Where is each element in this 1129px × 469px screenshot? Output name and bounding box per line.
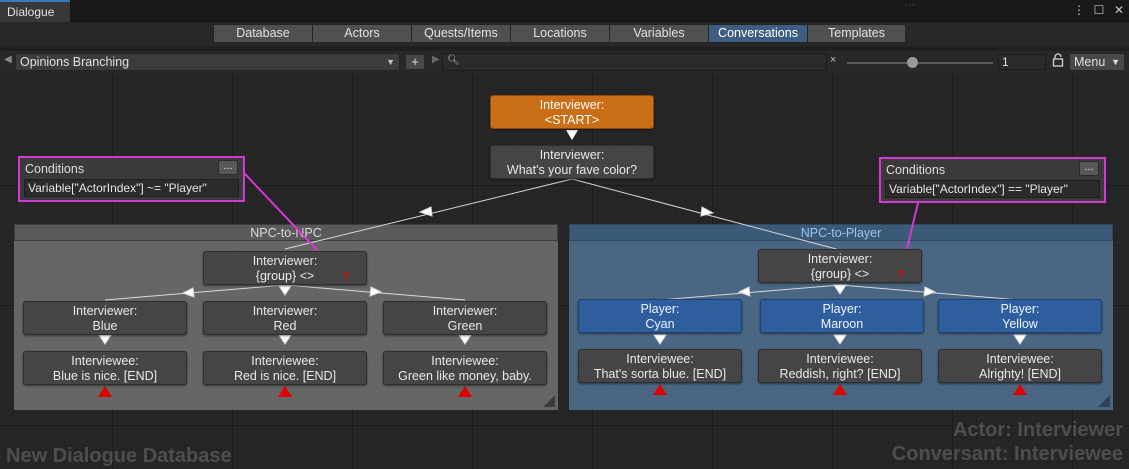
conditions-label: Conditions xyxy=(25,162,85,176)
conditions-field[interactable]: Variable["ActorIndex"] ~= "Player" xyxy=(24,179,239,197)
database-name-watermark: New Dialogue Database xyxy=(6,445,232,467)
conversant-watermark: Conversant: Interviewee xyxy=(891,443,1123,465)
conversation-dropdown[interactable]: Opinions Branching ▼ xyxy=(15,53,400,71)
end-node[interactable]: Interviewee: That's sorta blue. [END] xyxy=(578,349,742,383)
conversation-toolbar: ◀ Opinions Branching ▼ + ▶ 🔍︎ × 1 Menu ▼ xyxy=(0,51,1129,73)
tab-actors[interactable]: Actors xyxy=(312,24,411,43)
lock-icon[interactable] xyxy=(1052,53,1064,67)
search-input[interactable]: 🔍︎ xyxy=(442,53,827,71)
conditions-field[interactable]: Variable["ActorIndex"] == "Player" xyxy=(885,180,1100,198)
conditions-label: Conditions xyxy=(886,163,946,177)
zoom-field[interactable]: 1 xyxy=(998,54,1046,70)
menu-button[interactable]: Menu ▼ xyxy=(1069,53,1125,71)
conditions-panel-right: Conditions ... Variable["ActorIndex"] ==… xyxy=(879,157,1106,203)
drag-handle-icon[interactable]: ⋯ xyxy=(905,0,916,11)
node-canvas[interactable]: NPC-to-NPC NPC-to-Player Interviewer: <S… xyxy=(0,73,1129,469)
chevron-left-icon[interactable]: ◀ xyxy=(4,54,12,65)
end-node[interactable]: Interviewee: Alrighty! [END] xyxy=(938,349,1102,383)
resize-handle-icon[interactable] xyxy=(543,395,555,407)
link-arrow xyxy=(700,206,715,217)
chevron-right-icon[interactable]: ▶ xyxy=(432,54,440,65)
maximize-icon[interactable]: ☐ xyxy=(1093,3,1105,17)
editor-tabs: Database Actors Quests/Items Locations V… xyxy=(0,22,1129,46)
dialogue-node[interactable]: Interviewer: Green xyxy=(383,301,547,335)
resize-handle-icon[interactable] xyxy=(1098,395,1110,407)
tab-quests-items[interactable]: Quests/Items xyxy=(411,24,510,43)
dialogue-node[interactable]: Interviewer: Blue xyxy=(23,301,187,335)
end-node[interactable]: Interviewee: Blue is nice. [END] xyxy=(23,351,187,385)
end-node[interactable]: Interviewee: Red is nice. [END] xyxy=(203,351,367,385)
close-icon[interactable]: ✕ xyxy=(1113,3,1125,17)
tab-conversations[interactable]: Conversations xyxy=(708,24,807,43)
conversation-dropdown-value: Opinions Branching xyxy=(20,55,130,69)
conditions-panel-left: Conditions ... Variable["ActorIndex"] ~=… xyxy=(18,156,245,202)
tab-templates[interactable]: Templates xyxy=(807,24,906,43)
more-icon[interactable]: ⋮ xyxy=(1073,3,1085,17)
clear-search-button[interactable]: × xyxy=(830,54,836,66)
chevron-down-icon: ▼ xyxy=(386,57,395,67)
conditions-edit-button[interactable]: ... xyxy=(218,160,238,175)
group-node-right[interactable]: Interviewer: {group} <> ? xyxy=(758,249,922,283)
end-node[interactable]: Interviewee: Reddish, right? [END] xyxy=(758,349,922,383)
player-node[interactable]: Player: Yellow xyxy=(938,299,1102,333)
question-node[interactable]: Interviewer: What's your fave color? xyxy=(490,145,654,179)
add-conversation-button[interactable]: + xyxy=(405,54,425,70)
group-node-left[interactable]: Interviewer: {group} <> ? xyxy=(203,251,367,285)
conditions-edit-button[interactable]: ... xyxy=(1079,161,1099,176)
zoom-slider-handle[interactable] xyxy=(907,57,919,68)
start-node[interactable]: Interviewer: <START> xyxy=(490,95,654,129)
condition-marker-icon: ? xyxy=(897,268,905,282)
tab-database[interactable]: Database xyxy=(213,24,312,43)
link-arrow xyxy=(418,206,433,217)
chevron-down-icon: ▼ xyxy=(1111,57,1120,67)
group-title[interactable]: NPC-to-Player xyxy=(569,224,1113,241)
player-node[interactable]: Player: Cyan xyxy=(578,299,742,333)
search-icon: 🔍︎ xyxy=(447,55,460,66)
player-node[interactable]: Player: Maroon xyxy=(760,299,924,333)
condition-marker-icon: ? xyxy=(342,270,350,284)
tab-variables[interactable]: Variables xyxy=(609,24,708,43)
window-tab[interactable]: Dialogue xyxy=(0,0,70,22)
tab-locations[interactable]: Locations xyxy=(510,24,609,43)
group-title[interactable]: NPC-to-NPC xyxy=(14,224,558,241)
end-node[interactable]: Interviewee: Green like money, baby. xyxy=(383,351,547,385)
zoom-slider[interactable] xyxy=(847,62,993,64)
title-bar: Dialogue ⋯ ⋮ ☐ ✕ xyxy=(0,0,1129,22)
actor-watermark: Actor: Interviewer xyxy=(952,419,1123,441)
dialogue-node[interactable]: Interviewer: Red xyxy=(203,301,367,335)
menu-button-label: Menu xyxy=(1074,55,1106,69)
